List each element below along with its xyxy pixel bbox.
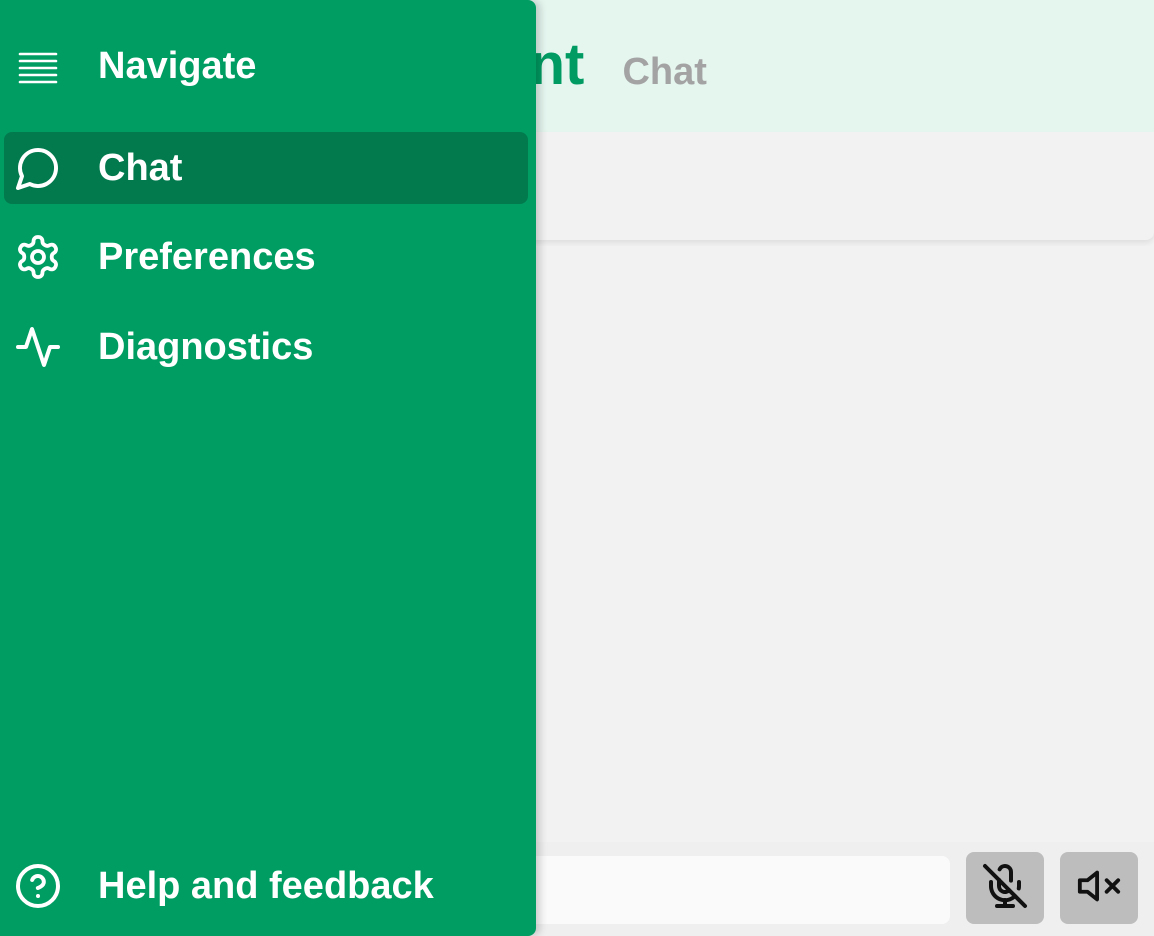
- nav-item-label: Help and feedback: [98, 865, 434, 907]
- nav-item-label: Chat: [98, 147, 183, 189]
- chat-input[interactable]: [470, 856, 950, 924]
- mic-off-icon: [981, 862, 1029, 915]
- app-subtitle: Chat: [622, 51, 707, 93]
- drawer-header[interactable]: Navigate: [0, 28, 536, 104]
- help-circle-icon: [14, 862, 62, 910]
- nav-item-preferences[interactable]: Preferences: [4, 221, 528, 293]
- nav-item-diagnostics[interactable]: Diagnostics: [4, 311, 528, 383]
- navigation-drawer: Navigate Chat Preferences Diagnostics He…: [0, 0, 536, 936]
- drawer-title: Navigate: [98, 45, 257, 87]
- mic-toggle-button[interactable]: [966, 852, 1044, 924]
- nav-item-chat[interactable]: Chat: [4, 132, 528, 204]
- nav-item-help[interactable]: Help and feedback: [4, 850, 528, 922]
- speaker-toggle-button[interactable]: [1060, 852, 1138, 924]
- nav-item-label: Preferences: [98, 236, 316, 278]
- gear-icon: [14, 233, 62, 281]
- activity-icon: [14, 323, 62, 371]
- nav-item-label: Diagnostics: [98, 326, 314, 368]
- volume-off-icon: [1076, 863, 1122, 914]
- chat-bubble-icon: [14, 144, 62, 192]
- menu-icon[interactable]: [14, 42, 62, 90]
